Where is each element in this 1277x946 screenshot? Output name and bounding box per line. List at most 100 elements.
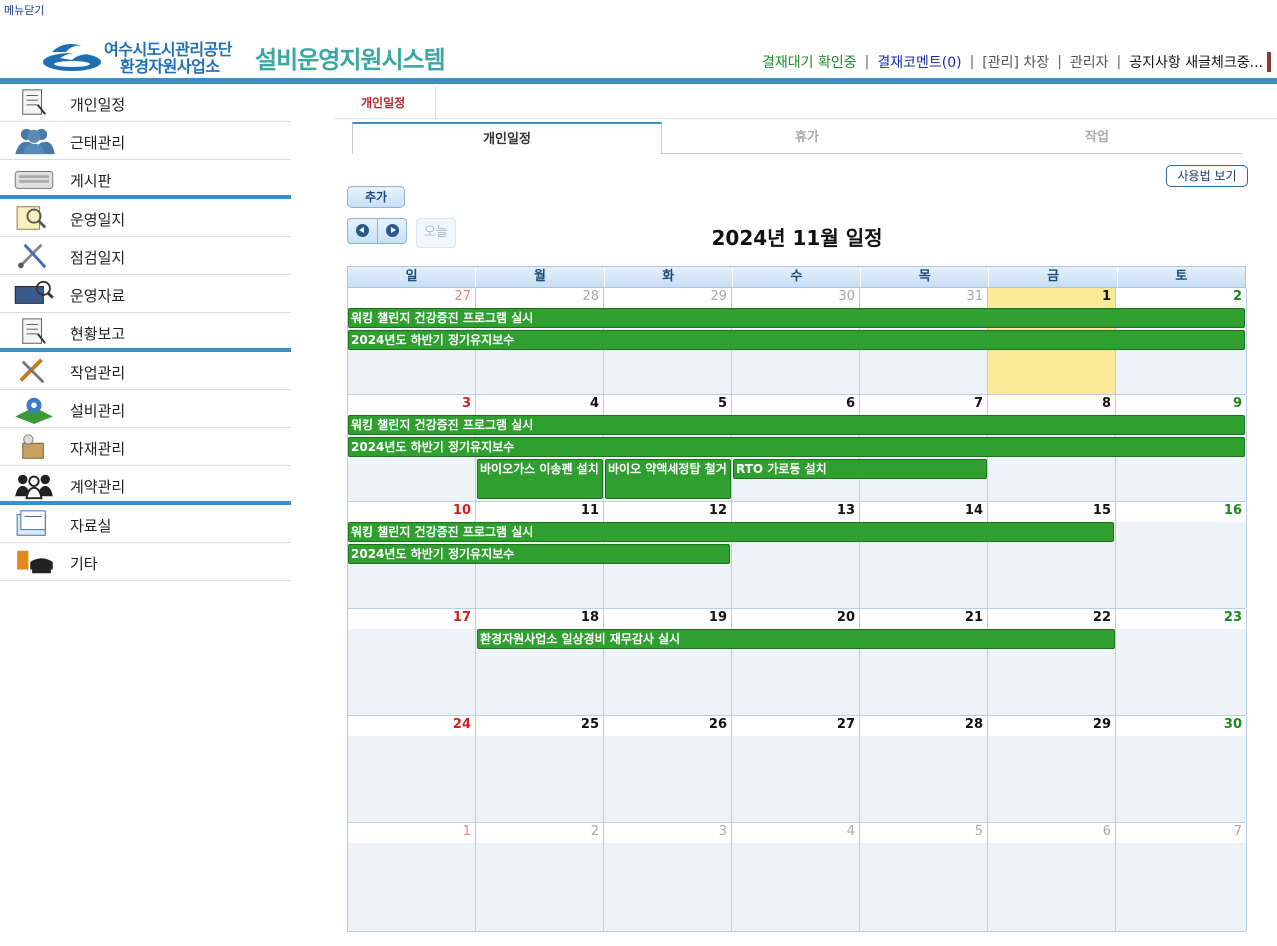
next-month-button[interactable] <box>376 219 407 243</box>
calendar-day-cell[interactable]: 21 <box>860 609 988 715</box>
day-number: 14 <box>964 503 983 518</box>
sidebar-item-4[interactable]: 점검일지 <box>0 237 291 275</box>
sidebar-item-7[interactable]: 작업관리 <box>0 352 291 390</box>
calendar-event[interactable]: 2024년도 하반기 정기유지보수 <box>348 330 1245 350</box>
calendar-day-cell[interactable]: 7 <box>1116 823 1247 931</box>
day-number-row: 13 <box>732 502 859 522</box>
usage-guide-button[interactable]: 사용법 보기 <box>1166 165 1248 187</box>
calendar-day-cell[interactable]: 26 <box>604 716 732 822</box>
sidebar-item-1[interactable]: 근태관리 <box>0 122 291 160</box>
subtab-personal[interactable]: 개인일정 <box>352 122 662 154</box>
calendar-day-cell[interactable]: 27 <box>732 716 860 822</box>
day-number-row: 27 <box>732 716 859 736</box>
calendar-day-cell[interactable]: 23 <box>1116 609 1247 715</box>
day-number-row: 24 <box>348 716 475 736</box>
day-number: 3 <box>718 824 727 839</box>
calendar-day-cell[interactable]: 15 <box>988 502 1116 608</box>
day-number: 2 <box>1232 289 1242 304</box>
sidebar-item-label: 게시판 <box>70 172 112 190</box>
sidebar-item-3[interactable]: 운영일지 <box>0 199 291 237</box>
calendar-event[interactable]: 워킹 챌린지 건강증진 프로그램 실시 <box>348 415 1245 435</box>
day-number: 7 <box>1233 824 1242 839</box>
sidebar-item-5[interactable]: 운영자료 <box>0 275 291 313</box>
calendar-event[interactable]: 바이오 약액세정탑 철거 <box>605 459 731 499</box>
sidebar-item-6[interactable]: 현황보고 <box>0 313 291 352</box>
calendar-day-cell[interactable]: 5 <box>860 823 988 931</box>
notice-link[interactable]: 공지사항 새글체크중... <box>1129 52 1263 72</box>
calendar-event[interactable]: 2024년도 하반기 정기유지보수 <box>348 544 730 564</box>
day-number-row: 16 <box>1116 502 1246 522</box>
weekday-label: 화 <box>603 267 732 287</box>
day-number: 6 <box>845 396 855 411</box>
calendar-day-cell[interactable]: 18 <box>476 609 604 715</box>
calendar-event[interactable]: 워킹 챌린지 건강증진 프로그램 실시 <box>348 308 1245 328</box>
wrench-icon <box>19 358 45 384</box>
calendar-day-cell[interactable]: 19 <box>604 609 732 715</box>
calendar-day-cell[interactable]: 4 <box>732 823 860 931</box>
sidebar-item-10[interactable]: 계약관리 <box>0 466 291 505</box>
calendar-day-cell[interactable]: 3 <box>604 823 732 931</box>
calendar-day-cell[interactable]: 30 <box>1116 716 1247 822</box>
day-number-row: 31 <box>860 288 987 308</box>
day-number: 27 <box>836 717 855 732</box>
prev-month-button[interactable] <box>348 219 377 243</box>
calendar-day-cell[interactable]: 17 <box>348 609 476 715</box>
calendar-day-cell[interactable]: 29 <box>988 716 1116 822</box>
day-number: 29 <box>710 289 727 304</box>
calendar-day-cell[interactable]: 28 <box>860 716 988 822</box>
sidebar-item-0[interactable]: 개인일정 <box>0 84 291 122</box>
calendar-week: 3 4 5 6 7 8 9 워킹 챌린지 건강증진 프로그램 실시 2024년도 하반기 정기유… <box>347 395 1247 502</box>
month-nav <box>347 218 407 244</box>
day-number-row: 2 <box>476 823 603 843</box>
sidebar-item-2[interactable]: 게시판 <box>0 160 291 199</box>
day-number: 18 <box>580 610 599 625</box>
day-number-row: 27 <box>348 288 475 308</box>
day-number: 30 <box>838 289 855 304</box>
calendar-day-cell[interactable]: 16 <box>1116 502 1247 608</box>
close-menu-link[interactable]: 메뉴닫기 <box>4 2 44 18</box>
calendar-event[interactable]: 2024년도 하반기 정기유지보수 <box>348 437 1245 457</box>
sidebar-item-label: 설비관리 <box>70 402 126 420</box>
day-number: 9 <box>1232 396 1242 411</box>
admin-link[interactable]: 관리자 <box>1070 52 1109 72</box>
subtab-work[interactable]: 작업 <box>952 122 1242 152</box>
calendar-day-cell[interactable]: 2 <box>476 823 604 931</box>
weekday-label: 일 <box>405 269 418 284</box>
calendar-event[interactable]: RTO 가로등 설치 <box>733 459 987 479</box>
logo[interactable]: 여수시도시관리공단 환경자원사업소 설비운영지원시스템 <box>42 34 462 76</box>
sidebar: 개인일정 근태관리게시판운영일지 점검일지 운영자료 현황보고 작업관리설비관리자재관리 계… <box>0 84 291 581</box>
calendar-day-cell[interactable]: 24 <box>348 716 476 822</box>
day-number-row: 30 <box>732 288 859 308</box>
day-number: 5 <box>974 824 983 839</box>
calendar-event[interactable]: 환경자원사업소 일상경비 재무감사 실시 <box>477 629 1115 649</box>
tab-personal-schedule[interactable]: 개인일정 <box>335 86 436 118</box>
arrow-right-icon <box>385 224 399 237</box>
day-number-row: 7 <box>860 395 987 415</box>
day-number-row: 5 <box>604 395 731 415</box>
calendar-day-cell[interactable]: 20 <box>732 609 860 715</box>
sidebar-item-8[interactable]: 설비관리 <box>0 390 291 428</box>
calendar-week: 24 25 26 27 28 29 30 <box>347 716 1247 823</box>
sidebar-item-11[interactable]: 자료실 <box>0 505 291 543</box>
calendar-event[interactable]: 바이오가스 이송펜 설치 <box>477 459 603 499</box>
day-number: 12 <box>708 503 727 518</box>
calendar-event[interactable]: 워킹 챌린지 건강증진 프로그램 실시 <box>348 522 1114 542</box>
calendar-day-cell[interactable]: 1 <box>348 823 476 931</box>
main-tab-bar: 개인일정 <box>335 86 1277 119</box>
today-button[interactable]: 오늘 <box>416 218 456 248</box>
sidebar-item-12[interactable]: 기타 <box>0 543 291 581</box>
approval-comment-link[interactable]: 결재코멘트(0) <box>877 52 961 72</box>
approval-pending-link[interactable]: 결재대기 확인중 <box>762 52 857 72</box>
contract-people-icon <box>15 474 53 500</box>
subtab-vacation[interactable]: 휴가 <box>662 122 952 152</box>
sidebar-item-9[interactable]: 자재관리 <box>0 428 291 466</box>
calendar-day-cell[interactable]: 25 <box>476 716 604 822</box>
calendar-day-cell[interactable]: 13 <box>732 502 860 608</box>
add-schedule-button[interactable]: 추가 <box>347 186 405 208</box>
calendar-day-cell[interactable]: 14 <box>860 502 988 608</box>
day-number-row: 17 <box>348 609 475 629</box>
day-number-row: 3 <box>604 823 731 843</box>
calendar-day-cell[interactable]: 6 <box>988 823 1116 931</box>
calendar-day-cell[interactable]: 22 <box>988 609 1116 715</box>
facility-icon <box>15 397 53 424</box>
